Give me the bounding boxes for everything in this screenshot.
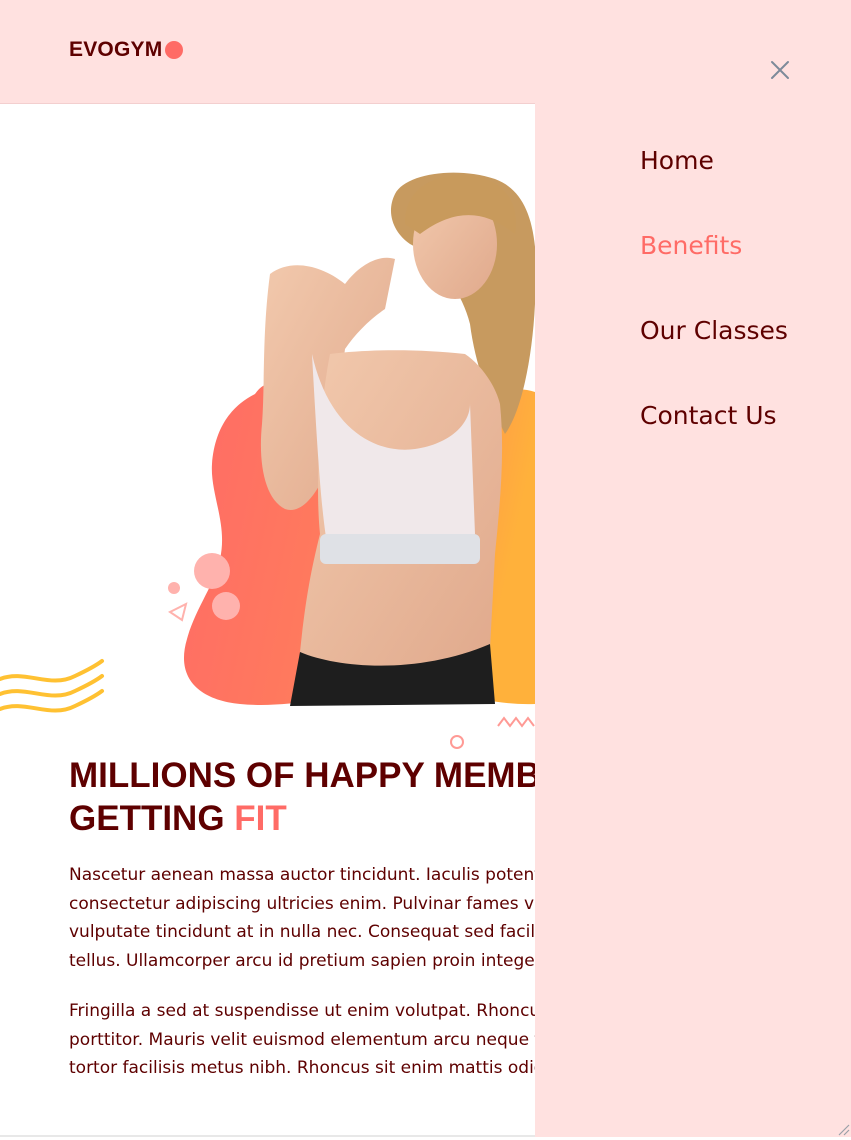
decor-circle-small xyxy=(168,582,180,594)
paragraph-line: porttitor. Mauris velit euismod elementu… xyxy=(69,1029,549,1050)
menu-item-home[interactable]: Home xyxy=(640,146,714,176)
close-menu-button[interactable] xyxy=(770,60,790,80)
decor-waves xyxy=(0,659,104,713)
resize-handle[interactable] xyxy=(836,1121,850,1136)
hero-paragraph-2: Fringilla a sed at suspendisse ut enim v… xyxy=(69,997,549,1083)
logo-dot-icon xyxy=(165,41,184,59)
decor-ring xyxy=(450,735,464,749)
menu-item-our-classes[interactable]: Our Classes xyxy=(640,316,788,346)
paragraph-line: vulputate tincidunt at in nulla nec. Con… xyxy=(69,922,549,942)
hero-heading: MILLIONS OF HAPPY MEMBERS GETTING FIT xyxy=(69,754,613,840)
heading-accent-word: FIT xyxy=(234,799,287,838)
bra-band-shape xyxy=(320,534,480,564)
paragraph-line: tellus. Ullamcorper arcu id pretium sapi… xyxy=(69,950,549,971)
hero-paragraph-1: Nascetur aenean massa auctor tincidunt. … xyxy=(69,861,549,975)
paragraph-line: Fringilla a sed at suspendisse ut enim v… xyxy=(69,1001,549,1021)
hero-illustration xyxy=(0,172,535,749)
paragraph-line: tortor facilisis metus nibh. Rhoncus sit… xyxy=(69,1058,549,1078)
decor-circle-large xyxy=(194,553,230,589)
decor-circle-medium xyxy=(212,592,240,620)
decor-triangle xyxy=(168,602,188,622)
logo-text: EVOGYM xyxy=(69,38,163,61)
resize-grip-icon xyxy=(838,1124,850,1136)
decor-zigzag xyxy=(497,716,535,728)
close-icon xyxy=(771,61,789,79)
menu-item-contact-us[interactable]: Contact Us xyxy=(640,401,777,431)
heading-line-2-prefix: GETTING xyxy=(69,799,235,838)
heading-line-1: MILLIONS OF HAPPY MEMBERS xyxy=(69,756,613,795)
paragraph-line: Nascetur aenean massa auctor tincidunt. … xyxy=(69,865,546,885)
brand-logo[interactable]: EVOGYM xyxy=(69,38,184,62)
menu-item-benefits[interactable]: Benefits xyxy=(640,231,742,261)
paragraph-line: consectetur adipiscing ultricies enim. P… xyxy=(69,893,549,914)
hero-image xyxy=(0,104,535,754)
